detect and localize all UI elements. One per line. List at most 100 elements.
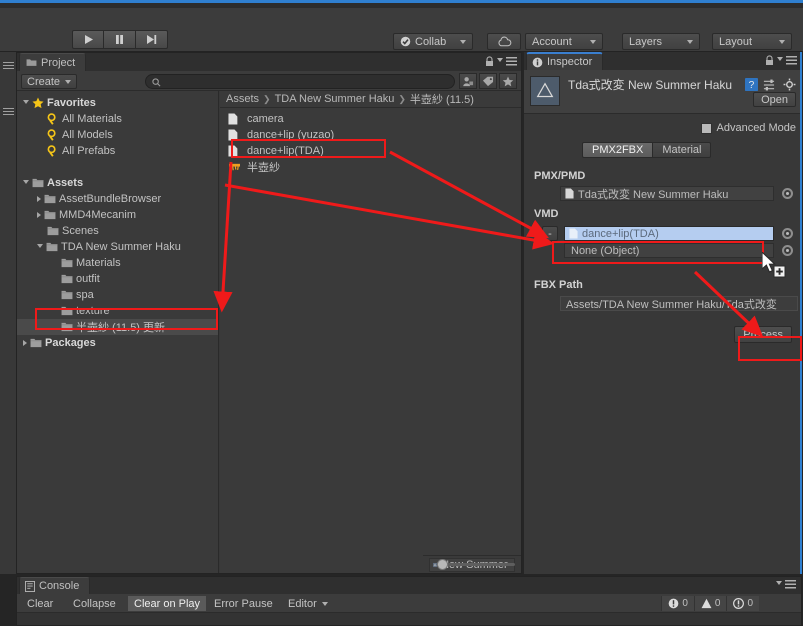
tab-material[interactable]: Material	[653, 142, 711, 158]
advanced-mode-row[interactable]: Advanced Mode	[701, 122, 797, 134]
file-list-item[interactable]: camera	[220, 111, 521, 127]
vmd-remove-button[interactable]: -	[542, 226, 558, 241]
create-button[interactable]: Create	[21, 74, 77, 89]
file-list-item[interactable]: 半壺紗	[220, 159, 521, 175]
clear-on-play-toggle[interactable]: Clear on Play	[128, 596, 206, 611]
breadcrumb-item-1[interactable]: TDA New Summer Haku	[275, 93, 395, 105]
tree-item-label: spa	[76, 289, 94, 301]
inspector-tab-icons	[765, 55, 797, 66]
inspector-window: Inspector Tda式改変 New Summer Haku ? Open	[524, 52, 802, 574]
warning-count-badge[interactable]: 0	[694, 596, 727, 611]
breadcrumb-separator: ❯	[398, 94, 406, 105]
tree-item-11-5[interactable]: 半壺紗 (11.5) 更新	[17, 319, 218, 335]
tab-inspector[interactable]: Inspector	[526, 52, 603, 70]
menu-icon[interactable]	[506, 57, 517, 66]
play-button[interactable]	[72, 30, 104, 49]
clear-button[interactable]: Clear	[21, 596, 59, 611]
search-field[interactable]	[164, 76, 444, 88]
tree-item-mmd4mecanim[interactable]: MMD4Mecanim	[17, 207, 218, 223]
tree-item-label: All Materials	[62, 113, 122, 125]
star-filter-icon[interactable]	[499, 73, 517, 89]
tree-item-label: Assets	[47, 177, 83, 189]
menu-icon[interactable]	[786, 56, 797, 65]
chevron-down-icon[interactable]	[23, 100, 29, 107]
process-label: Process	[743, 329, 783, 341]
person-filter-icon[interactable]	[459, 73, 477, 89]
tag-filter-icon[interactable]	[479, 73, 497, 89]
breadcrumb-item-2[interactable]: 半壺紗 (11.5)	[410, 91, 474, 107]
fbx-path-field[interactable]: Assets/TDA New Summer Haku/Tda式改変	[560, 296, 798, 311]
thumbnail-size-slider[interactable]	[437, 563, 515, 566]
account-button[interactable]: Account	[525, 33, 603, 50]
console-window: Console Clear Collapse Clear on Play Err…	[16, 576, 802, 626]
inspector-tab-group: PMX2FBX Material	[582, 142, 711, 158]
breadcrumb[interactable]: Assets ❯ TDA New Summer Haku ❯ 半壺紗 (11.5…	[220, 91, 521, 108]
tree-item-label: 半壺紗 (11.5) 更新	[76, 319, 165, 335]
tree-item-all-models[interactable]: All Models	[17, 127, 218, 143]
chevron-down-icon[interactable]	[37, 244, 43, 251]
chevron-down-icon[interactable]	[777, 57, 783, 61]
chevron-down-icon	[590, 40, 596, 44]
chevron-down-icon[interactable]	[23, 180, 29, 187]
project-tree[interactable]: Favorites All Materials All ModelsAll Pref…	[17, 91, 219, 573]
tree-item-texture[interactable]: texture	[17, 303, 218, 319]
file-list-item[interactable]: dance+lip(TDA)	[220, 143, 521, 159]
vmd-object-field[interactable]: dance+lip(TDA)	[564, 226, 774, 241]
file-list-item[interactable]: dance+lip (yuzao)	[220, 127, 521, 143]
tree-item-favorites[interactable]: Favorites	[17, 95, 218, 111]
collapsed-panel-stubs[interactable]	[0, 52, 16, 574]
search-input[interactable]	[145, 74, 455, 89]
help-icon[interactable]: ?	[745, 78, 758, 91]
chevron-down-icon[interactable]	[776, 581, 782, 585]
tree-item-all-materials[interactable]: All Materials	[17, 111, 218, 127]
tree-item-scenes[interactable]: Scenes	[17, 223, 218, 239]
tree-item-label: Materials	[76, 257, 121, 269]
layers-button[interactable]: Layers	[622, 33, 700, 50]
tab-console[interactable]: Console	[19, 577, 90, 594]
pmx-object-field[interactable]: Tda式改変 New Summer Haku	[560, 186, 774, 201]
tree-item-outfit[interactable]: outfit	[17, 271, 218, 287]
cloud-button[interactable]	[487, 33, 521, 50]
info-count: 0	[747, 598, 753, 609]
open-button[interactable]: Open	[753, 92, 796, 107]
collab-button[interactable]: Collab	[393, 33, 473, 50]
info-count-badge[interactable]: 0	[726, 596, 759, 611]
collapse-toggle[interactable]: Collapse	[67, 596, 122, 611]
error-pause-toggle[interactable]: Error Pause	[208, 596, 279, 611]
layout-button[interactable]: Layout	[712, 33, 792, 50]
chevron-right-icon[interactable]	[37, 196, 41, 202]
tree-item-spa[interactable]: spa	[17, 287, 218, 303]
chevron-down-icon[interactable]	[497, 58, 503, 62]
tab-pmx2fbx-label: PMX2FBX	[592, 144, 643, 156]
unity-logo-icon	[535, 81, 555, 101]
slider-knob[interactable]	[437, 559, 448, 570]
breadcrumb-item-0[interactable]: Assets	[226, 93, 259, 105]
error-count-badge[interactable]: 0	[661, 596, 694, 611]
chevron-right-icon[interactable]	[23, 340, 27, 346]
process-button[interactable]: Process	[734, 326, 792, 343]
tree-item-all-prefabs[interactable]: All Prefabs	[17, 143, 218, 159]
vmd-object-picker[interactable]	[782, 228, 793, 239]
file-icon	[228, 129, 238, 141]
tab-pmx2fbx[interactable]: PMX2FBX	[582, 142, 653, 158]
pause-button[interactable]	[104, 30, 136, 49]
vmd-empty-field[interactable]: None (Object)	[564, 243, 774, 258]
menu-icon[interactable]	[785, 580, 796, 589]
chevron-right-icon[interactable]	[37, 212, 41, 218]
pmx-object-picker[interactable]	[782, 188, 793, 199]
tree-item-materials[interactable]: Materials	[17, 255, 218, 271]
console-log-area[interactable]	[17, 613, 801, 625]
tree-item-assets[interactable]: Assets	[17, 175, 218, 191]
advanced-mode-checkbox[interactable]	[701, 123, 712, 134]
file-icon	[228, 145, 238, 157]
tree-item-assetbundlebrowser[interactable]: AssetBundleBrowser	[17, 191, 218, 207]
editor-dropdown[interactable]: Editor	[282, 596, 334, 611]
tree-item-packages[interactable]: Packages	[17, 335, 218, 351]
preset-icon[interactable]	[763, 79, 775, 91]
step-button[interactable]	[136, 30, 168, 49]
tree-item-tda-new-summer-haku[interactable]: TDA New Summer Haku	[17, 239, 218, 255]
vmd-empty-picker[interactable]	[782, 245, 793, 256]
lock-icon[interactable]	[485, 56, 494, 67]
lock-icon[interactable]	[765, 55, 774, 66]
tab-project[interactable]: Project	[19, 53, 86, 71]
